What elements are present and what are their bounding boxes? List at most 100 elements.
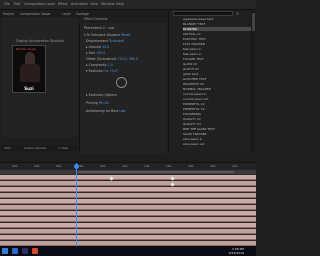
camera-select[interactable]: Active Camera bbox=[24, 146, 46, 150]
view-layout-select[interactable]: 1 View bbox=[58, 146, 68, 150]
preset-item[interactable]: GLITCH C2 bbox=[183, 67, 251, 71]
menu-edit[interactable]: Edit bbox=[14, 2, 21, 6]
preset-item[interactable]: FLICKERING bbox=[183, 112, 251, 116]
menu-bar: File Edit Composition Layer Effect Anima… bbox=[0, 0, 256, 10]
evolution-dial[interactable] bbox=[116, 77, 127, 88]
effect-controls-panel: Effect Controls Percentmix 2 - suzi ▾ fx… bbox=[79, 17, 167, 153]
preset-item[interactable]: QUALITY C3 bbox=[183, 122, 251, 126]
preset-item[interactable]: glitch text bbox=[183, 72, 251, 76]
effect-prop-row[interactable]: ▾ fx Turbulent Displace Reset bbox=[84, 33, 130, 37]
ruler-tick: 02s bbox=[12, 164, 18, 168]
preset-item[interactable]: normal pawn out bbox=[183, 97, 251, 101]
scrollbar-thumb[interactable] bbox=[251, 13, 255, 31]
menu-view[interactable]: View bbox=[90, 2, 98, 6]
preset-item[interactable]: GLITCHED TEXT bbox=[183, 77, 251, 81]
preset-item[interactable]: CRYSTAL LC bbox=[183, 32, 251, 36]
ruler-tick: 16s bbox=[166, 164, 172, 168]
work-area-range[interactable] bbox=[78, 171, 234, 173]
preset-item[interactable]: FLAT TRACKER bbox=[183, 42, 251, 46]
layer-bar[interactable] bbox=[0, 181, 256, 186]
preset-item[interactable]: NORMAL TRACKER bbox=[183, 87, 251, 91]
layer-bar[interactable] bbox=[0, 187, 256, 192]
preset-item[interactable]: HIGHTECH C2 bbox=[183, 82, 251, 86]
preset-item[interactable]: RED THE GLOW TEXT bbox=[183, 127, 251, 131]
preset-item[interactable]: fast pawn in bbox=[183, 52, 251, 56]
zoom-level[interactable]: 50% bbox=[4, 146, 11, 150]
start-icon[interactable] bbox=[2, 248, 8, 254]
menu-animation[interactable]: Animation bbox=[71, 2, 88, 6]
composition-viewer[interactable]: Display Acceleration Disabled Bahtiar Ro… bbox=[2, 17, 78, 137]
playhead[interactable] bbox=[74, 163, 79, 247]
effect-prop-row[interactable]: ▸ Complexity 1.0 bbox=[84, 63, 113, 67]
effect-prop-row[interactable]: ▾ Evolution 0x +0.0° bbox=[84, 69, 119, 73]
preset-item[interactable]: POWERFUL C2 bbox=[183, 107, 251, 111]
tab-footage[interactable]: Footage bbox=[76, 12, 89, 16]
preset-item[interactable]: POWERFUL C2 bbox=[183, 102, 251, 106]
layer-bar[interactable] bbox=[0, 235, 256, 240]
layer-bar[interactable] bbox=[0, 193, 256, 198]
ruler-tick: 10s bbox=[100, 164, 106, 168]
preset-item[interactable]: slow pawn out bbox=[183, 142, 251, 146]
close-icon[interactable]: × bbox=[235, 11, 240, 16]
effect-prop-row[interactable]: Offset (Turbulence) 720.0, 360.0 bbox=[84, 57, 138, 61]
after-effects-icon[interactable] bbox=[22, 248, 28, 254]
preset-item[interactable]: FLICKER TEXT bbox=[183, 57, 251, 61]
preset-item[interactable]: QUALITY C2 bbox=[183, 117, 251, 121]
composition-frame[interactable]: Bahtiar Rojak Suzi bbox=[12, 45, 46, 93]
preset-item[interactable]: SLOW TRACKER bbox=[183, 132, 251, 136]
menu-layer[interactable]: Layer bbox=[46, 2, 55, 6]
preset-item[interactable]: normal pawn in bbox=[183, 92, 251, 96]
preset-search-input[interactable] bbox=[173, 11, 233, 16]
layer-bar[interactable] bbox=[0, 223, 256, 228]
ruler-tick: 04s bbox=[34, 164, 40, 168]
layer-bar[interactable] bbox=[0, 211, 256, 216]
clock-date: 9/29/2019 bbox=[228, 251, 244, 255]
preset-item[interactable]: agressive wave text bbox=[183, 17, 251, 21]
tab-composition[interactable]: Composition Vazoe bbox=[20, 12, 50, 16]
effect-layer-name: Percentmix 2 - suzi bbox=[84, 26, 115, 30]
viewer-footer: 50% Active Camera 1 View bbox=[2, 145, 78, 151]
layer-bar[interactable] bbox=[0, 199, 256, 204]
preset-item[interactable]: fast pawn in bbox=[183, 47, 251, 51]
acceleration-notice: Display Acceleration Disabled bbox=[16, 39, 64, 43]
playhead-handle[interactable] bbox=[74, 164, 79, 169]
menu-window[interactable]: Window bbox=[101, 2, 114, 6]
tab-project[interactable]: Project bbox=[3, 12, 14, 16]
os-taskbar: 3:08 PM 9/29/2019 bbox=[0, 246, 256, 256]
taskbar-clock[interactable]: 3:08 PM 9/29/2019 bbox=[222, 247, 244, 255]
preset-item[interactable]: slow pawn in bbox=[183, 137, 251, 141]
work-area-bar[interactable] bbox=[0, 170, 256, 174]
menu-composition[interactable]: Composition bbox=[24, 2, 45, 6]
layer-bar[interactable] bbox=[0, 175, 256, 180]
preset-item[interactable]: ELECTRIC TEXT bbox=[183, 37, 251, 41]
evolution-options-row[interactable]: ▸ Evolution Options bbox=[84, 93, 117, 97]
preset-item[interactable]: BLINKING bbox=[183, 27, 251, 31]
effect-prop-row[interactable]: Displacement Turbulent bbox=[84, 39, 124, 43]
tab-layer[interactable]: Layer bbox=[62, 12, 71, 16]
explorer-icon[interactable] bbox=[12, 248, 18, 254]
comp-name-text: Suzi bbox=[24, 86, 34, 91]
layer-bar[interactable] bbox=[0, 217, 256, 222]
ruler-tick: 14s bbox=[144, 164, 150, 168]
effect-controls-tab[interactable]: Effect Controls bbox=[84, 17, 107, 21]
ruler-tick: 12s bbox=[122, 164, 128, 168]
preset-scrollbar[interactable] bbox=[251, 11, 255, 153]
preset-item[interactable]: GLOW C2 bbox=[183, 62, 251, 66]
preset-item[interactable]: BLANKEY TEXT bbox=[183, 22, 251, 26]
ruler-tick: 18s bbox=[188, 164, 194, 168]
menu-file[interactable]: File bbox=[4, 2, 10, 6]
layer-bar[interactable] bbox=[0, 205, 256, 210]
browser-icon[interactable] bbox=[32, 248, 38, 254]
effects-presets-panel: × agressive wave text BLANKEY TEXT BLINKIN… bbox=[168, 11, 251, 153]
ruler-tick: 20s bbox=[210, 164, 216, 168]
timeline-panel: 02s 04s 06s 08s 10s 12s 14s 16s 18s 20s 22s bbox=[0, 162, 256, 247]
antialiasing-row[interactable]: Antialiasing for Best Low bbox=[84, 109, 125, 113]
effect-prop-row[interactable]: ▸ Size 100.0 bbox=[84, 51, 105, 55]
menu-help[interactable]: Help bbox=[116, 2, 124, 6]
layer-bar[interactable] bbox=[0, 229, 256, 234]
pinning-row[interactable]: Pinning Pin All bbox=[84, 101, 108, 105]
effect-prop-row[interactable]: ▸ Amount 10.0 bbox=[84, 45, 109, 49]
time-ruler[interactable]: 02s 04s 06s 08s 10s 12s 14s 16s 18s 20s 22s bbox=[0, 163, 256, 170]
ruler-tick: 06s bbox=[56, 164, 62, 168]
menu-effect[interactable]: Effect bbox=[58, 2, 68, 6]
